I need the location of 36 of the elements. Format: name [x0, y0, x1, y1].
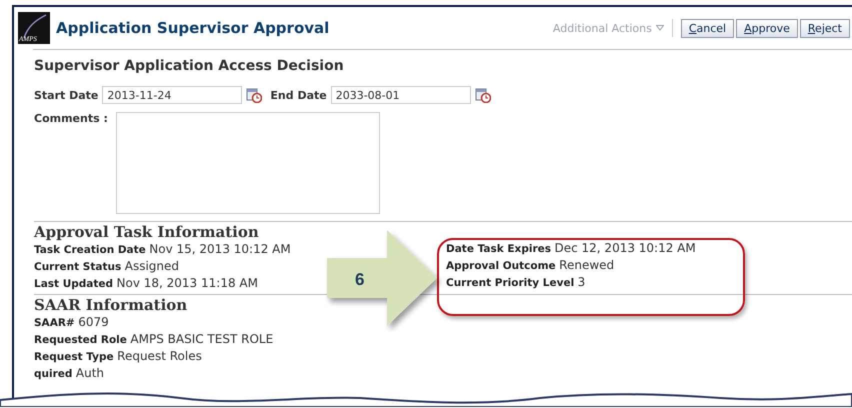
field-value: Assigned	[124, 259, 180, 273]
field-value: Nov 15, 2013 10:12 AM	[149, 242, 291, 256]
field-label: Last Updated	[34, 278, 114, 290]
field-label: Current Priority Level	[446, 277, 574, 289]
field-label: quired	[34, 368, 72, 380]
field-label: Approval Outcome	[446, 260, 556, 272]
field-label: Request Type	[34, 351, 114, 363]
action-button[interactable]: Approve	[736, 18, 798, 38]
field-value: Nov 18, 2013 11:18 AM	[116, 276, 258, 290]
action-button[interactable]: Cancel	[680, 18, 734, 38]
field-value: 3	[578, 275, 586, 289]
field-value: Request Roles	[117, 349, 202, 363]
field-value: 6079	[78, 315, 109, 329]
field-label: End Date	[270, 88, 327, 102]
page-title: Application Supervisor Approval	[56, 19, 330, 37]
section-title: Approval Task Information	[34, 223, 260, 241]
field-label: Comments :	[34, 112, 108, 127]
field-value: Renewed	[559, 258, 614, 272]
action-button[interactable]: Reject	[800, 18, 850, 38]
field-label: Requested Role	[34, 334, 127, 346]
section-title: Supervisor Application Access Decision	[34, 58, 345, 74]
field-label: Current Status	[34, 261, 122, 273]
comments-field[interactable]	[116, 112, 380, 214]
field-value: Auth	[76, 366, 104, 380]
calendar-clock-icon[interactable]	[246, 87, 262, 103]
end-date-field[interactable]: 2033-08-01	[330, 86, 471, 104]
field-label: Date Task Expires	[446, 243, 551, 255]
start-date-field[interactable]: 2013-11-24	[102, 86, 242, 104]
field-value: Dec 12, 2013 10:12 AM	[554, 241, 696, 255]
calendar-clock-icon[interactable]	[474, 87, 491, 103]
section-title: SAAR Information	[34, 296, 188, 314]
field-label: Task Creation Date	[34, 244, 146, 256]
callout-number: 6	[355, 270, 364, 290]
field-label: SAAR#	[34, 317, 75, 329]
field-value: AMPS BASIC TEST ROLE	[130, 332, 274, 346]
field-label: Start Date	[34, 88, 98, 102]
